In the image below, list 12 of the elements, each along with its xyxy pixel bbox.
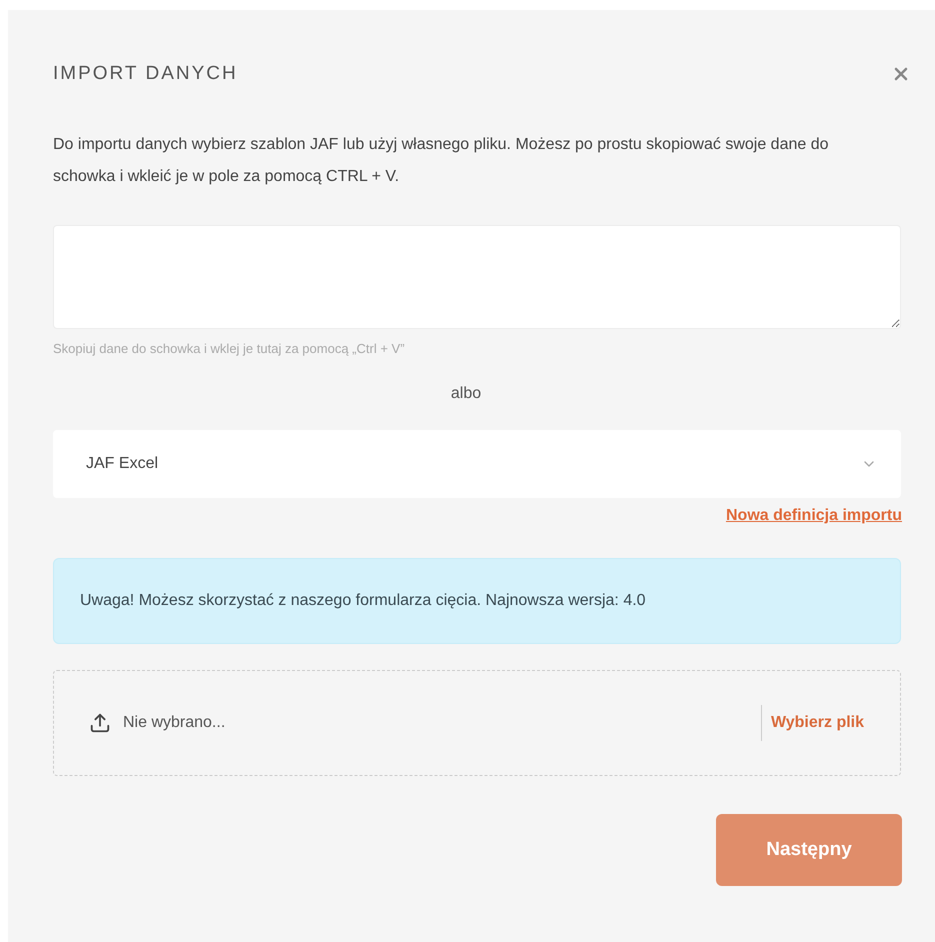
upload-icon xyxy=(89,712,111,734)
intro-text: Do importu danych wybierz szablon JAF lub użyj własnego pliku. Możesz po prostu skopiować swoje dane do schowka i wkleić je w pole za pomocą CTRL + V. xyxy=(53,134,830,186)
file-dropzone[interactable]: Nie wybrano... Wybierz plik xyxy=(53,670,901,776)
notice-banner: Uwaga! Możesz skorzystać z naszego formularza cięcia. Najnowsza wersja: 4.0 xyxy=(53,558,901,644)
dialog-title: IMPORT DANYCH xyxy=(53,62,238,86)
template-select[interactable]: JAF Excel xyxy=(53,430,901,498)
file-status: Nie wybrano... xyxy=(123,713,226,733)
choose-file-button[interactable]: Wybierz plik xyxy=(760,705,864,741)
new-definition-link[interactable]: Nowa definicja importu xyxy=(726,504,902,528)
paste-field[interactable] xyxy=(53,224,901,328)
separator-text: albo xyxy=(450,384,482,404)
paste-hint: Skopiuj dane do schowka i wklej je tutaj za pomocą „Ctrl + V” xyxy=(53,340,406,358)
